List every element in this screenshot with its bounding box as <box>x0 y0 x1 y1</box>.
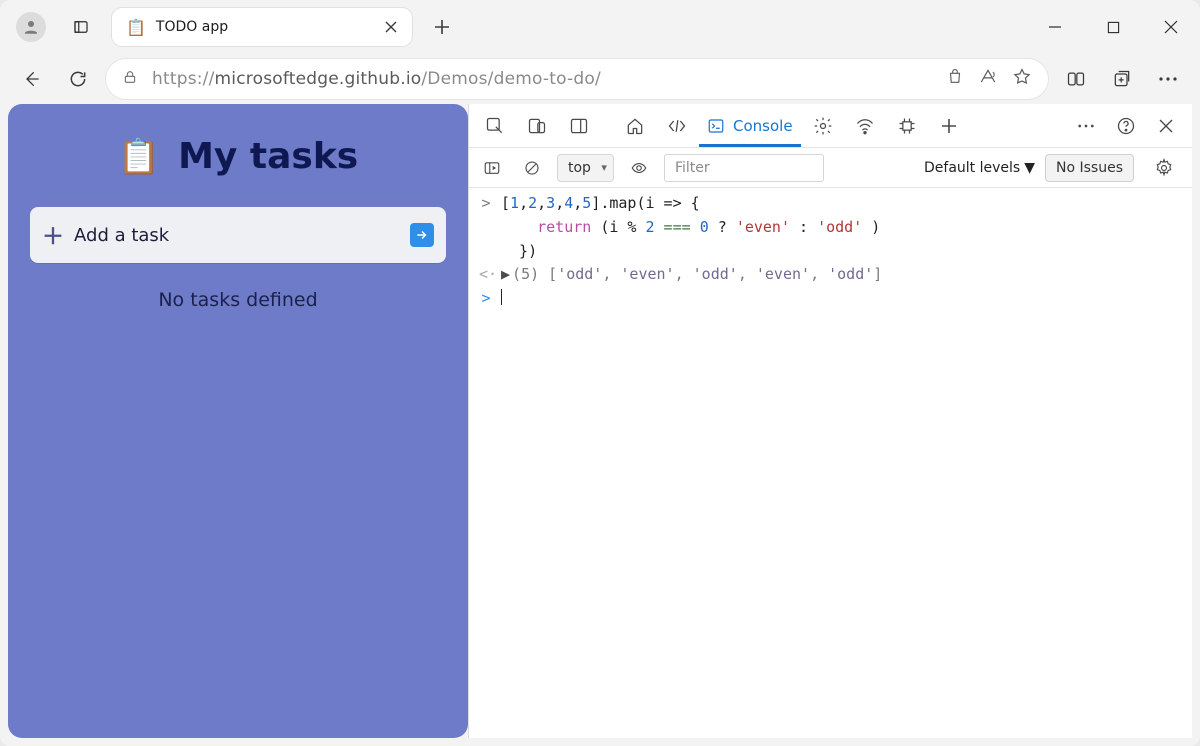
sources-tab-icon[interactable] <box>803 106 843 146</box>
console-tab-label: Console <box>733 117 793 135</box>
submit-task-button[interactable] <box>410 223 434 247</box>
favorite-icon[interactable] <box>1012 67 1032 91</box>
dock-side-icon[interactable] <box>559 106 599 146</box>
clipboard-icon: 📋 <box>118 137 160 177</box>
new-tab-button[interactable] <box>424 9 460 45</box>
add-task-label: Add a task <box>74 225 400 246</box>
maximize-button[interactable] <box>1084 5 1142 49</box>
console-output-row[interactable]: <· ▶(5) ['odd', 'even', 'odd', 'even', '… <box>469 263 1192 287</box>
titlebar: 📋 TODO app <box>0 0 1200 54</box>
close-window-button[interactable] <box>1142 5 1200 49</box>
devtools-close-icon[interactable] <box>1146 106 1186 146</box>
shopping-icon[interactable] <box>946 68 964 90</box>
inspect-element-icon[interactable] <box>475 106 515 146</box>
lock-icon <box>122 69 138 89</box>
network-tab-icon[interactable] <box>845 106 885 146</box>
devtools-tabstrip: Console <box>469 104 1192 148</box>
window-controls <box>1026 5 1200 49</box>
help-icon[interactable] <box>1106 106 1146 146</box>
collections-button[interactable] <box>1104 61 1140 97</box>
issues-button[interactable]: No Issues <box>1045 154 1134 182</box>
devtools-panel: Console top Filter Default le <box>468 104 1192 738</box>
back-button[interactable] <box>14 61 50 97</box>
tab-actions-button[interactable] <box>62 8 100 46</box>
settings-menu-button[interactable] <box>1150 61 1186 97</box>
live-expression-icon[interactable] <box>624 148 654 188</box>
plus-icon: ＋ <box>42 219 64 251</box>
elements-tab-icon[interactable] <box>657 106 697 146</box>
context-selector[interactable]: top <box>557 154 614 182</box>
minimize-button[interactable] <box>1026 5 1084 49</box>
refresh-button[interactable] <box>60 61 96 97</box>
profile-avatar[interactable] <box>16 12 46 42</box>
address-bar[interactable]: https://microsoftedge.github.io/Demos/de… <box>106 59 1048 99</box>
more-tabs-icon[interactable] <box>929 106 969 146</box>
split-screen-button[interactable] <box>1058 61 1094 97</box>
console-toolbar: top Filter Default levels▼ No Issues <box>469 148 1192 188</box>
page-title-text: My tasks <box>178 136 358 177</box>
browser-window: 📋 TODO app https://microsoftedge.github <box>0 0 1200 746</box>
no-tasks-text: No tasks defined <box>30 289 446 311</box>
page-title: 📋 My tasks <box>30 136 446 177</box>
console-input-echo: >[1,2,3,4,5].map(i => { return (i % 2 ==… <box>469 192 1192 263</box>
client-area: 📋 My tasks ＋ Add a task No tasks defined <box>8 104 1192 738</box>
browser-tab[interactable]: 📋 TODO app <box>112 8 412 46</box>
clear-console-icon[interactable] <box>517 148 547 188</box>
url-text: https://microsoftedge.github.io/Demos/de… <box>152 69 932 89</box>
performance-tab-icon[interactable] <box>887 106 927 146</box>
console-prompt[interactable]: > <box>469 287 1192 311</box>
read-aloud-icon[interactable] <box>978 67 998 91</box>
console-filter-input[interactable]: Filter <box>664 154 824 182</box>
device-toolbar-icon[interactable] <box>517 106 557 146</box>
add-task-field[interactable]: ＋ Add a task <box>30 207 446 263</box>
devtools-menu-icon[interactable] <box>1066 106 1106 146</box>
browser-toolbar: https://microsoftedge.github.io/Demos/de… <box>0 54 1200 104</box>
console-sidebar-toggle-icon[interactable] <box>477 148 507 188</box>
console-settings-icon[interactable] <box>1144 148 1184 188</box>
console-tab[interactable]: Console <box>699 107 801 147</box>
todo-page: 📋 My tasks ＋ Add a task No tasks defined <box>8 104 468 738</box>
console-body[interactable]: >[1,2,3,4,5].map(i => { return (i % 2 ==… <box>469 188 1192 738</box>
welcome-tab-icon[interactable] <box>615 106 655 146</box>
tab-title: TODO app <box>156 19 368 35</box>
tab-close-button[interactable] <box>378 14 404 40</box>
tab-favicon-icon: 📋 <box>126 18 146 37</box>
log-levels-dropdown[interactable]: Default levels▼ <box>924 160 1035 176</box>
